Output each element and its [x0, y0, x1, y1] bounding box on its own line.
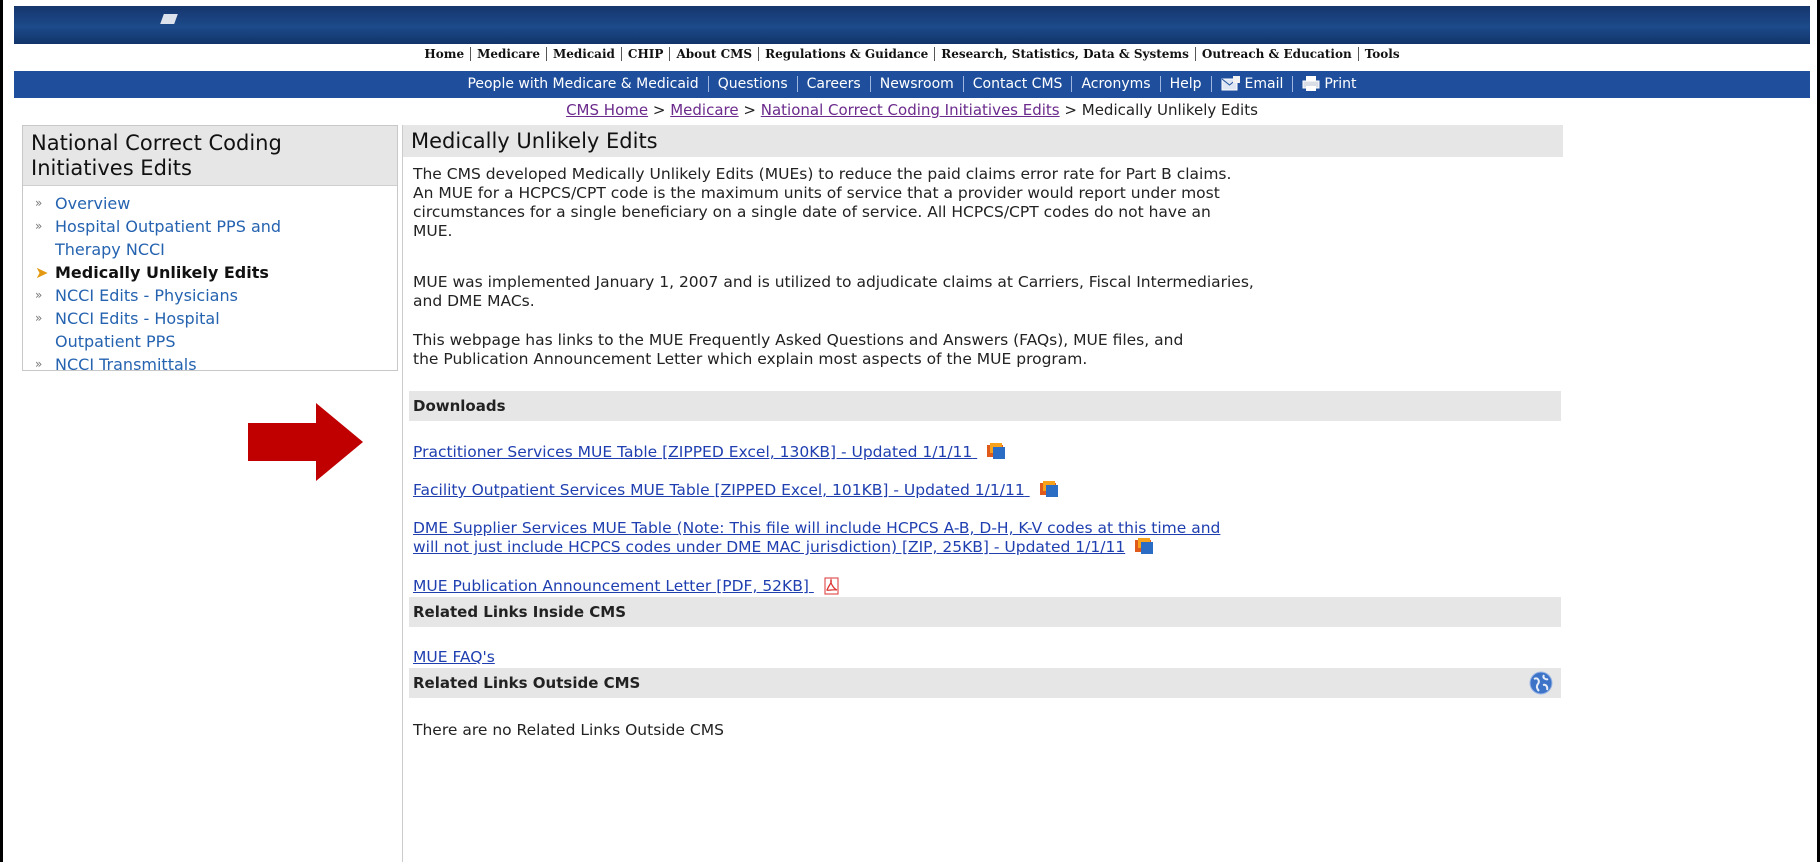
- download-link-text: will not just include HCPCS codes under …: [413, 538, 1126, 556]
- zip-file-icon: [1135, 538, 1154, 554]
- top-nav: Home Medicare Medicaid CHIP About CMS Regulat…: [14, 47, 1810, 69]
- sidebar-item-ncci-hospital[interactable]: » NCCI Edits - Hospital Outpatient PPS: [33, 307, 397, 353]
- red-pointer-arrow-icon: [248, 403, 363, 481]
- top-nav-outreach[interactable]: Outreach & Education: [1194, 47, 1358, 61]
- paragraph-line: The CMS developed Medically Unlikely Edi…: [413, 165, 1232, 183]
- breadcrumb: CMS Home > Medicare > National Correct C…: [14, 101, 1810, 119]
- downloads-heading: Downloads: [409, 391, 1561, 421]
- globe-icon: [1529, 671, 1553, 695]
- download-link-text: DME Supplier Services MUE Table (Note: T…: [413, 519, 1221, 537]
- top-nav-medicaid[interactable]: Medicaid: [546, 47, 621, 61]
- double-chevron-icon: »: [35, 357, 43, 371]
- breadcrumb-separator: >: [743, 101, 756, 119]
- main-content: Medically Unlikely Edits The CMS develop…: [402, 125, 1563, 862]
- sub-nav-print[interactable]: Print: [1292, 76, 1366, 92]
- download-link-facility-outpatient[interactable]: Facility Outpatient Services MUE Table […: [413, 481, 1060, 500]
- double-chevron-icon: »: [35, 311, 43, 325]
- sub-nav-help[interactable]: Help: [1159, 76, 1211, 92]
- sidebar-item-overview[interactable]: » Overview: [33, 192, 397, 215]
- sidebar-menu: » Overview » Hospital Outpatient PPS and Th…: [23, 192, 397, 376]
- breadcrumb-separator: >: [1064, 101, 1077, 119]
- sub-nav: People with Medicare & Medicaid Questions…: [14, 71, 1810, 98]
- top-nav-tools[interactable]: Tools: [1357, 47, 1406, 61]
- sub-nav-questions[interactable]: Questions: [707, 76, 797, 92]
- sidebar-item-label: Medically Unlikely Edits: [55, 263, 269, 282]
- sidebar-item-ncci-transmittals[interactable]: » NCCI Transmittals: [33, 353, 397, 376]
- sidebar-item-label: Therapy NCCI: [55, 240, 165, 259]
- pdf-file-icon: [824, 577, 839, 595]
- breadcrumb-cms-home[interactable]: CMS Home: [566, 101, 648, 119]
- download-link-text: Practitioner Services MUE Table [ZIPPED …: [413, 443, 973, 461]
- download-link-text-continued: will not just include HCPCS codes under …: [413, 538, 1220, 557]
- sidebar-item-ncci-physicians[interactable]: » NCCI Edits - Physicians: [33, 284, 397, 307]
- webpage-paragraph: This webpage has links to the MUE Freque…: [413, 331, 1553, 369]
- sidebar-item-label: NCCI Edits - Physicians: [55, 286, 238, 305]
- double-chevron-icon: »: [35, 288, 43, 302]
- sidebar-item-label: NCCI Transmittals: [55, 355, 197, 374]
- top-nav-home[interactable]: Home: [418, 47, 470, 61]
- site-banner: [14, 6, 1810, 44]
- double-chevron-icon: »: [35, 219, 43, 233]
- download-link-text: MUE Publication Announcement Letter [PDF…: [413, 577, 809, 595]
- related-links-outside-heading: Related Links Outside CMS: [409, 668, 1561, 698]
- sub-nav-contact[interactable]: Contact CMS: [962, 76, 1072, 92]
- sub-nav-people[interactable]: People with Medicare & Medicaid: [458, 76, 707, 92]
- sidebar-item-label: NCCI Edits - Hospital: [55, 309, 220, 328]
- sidebar-title: National Correct Coding Initiatives Edit…: [23, 126, 397, 186]
- breadcrumb-medicare[interactable]: Medicare: [670, 101, 738, 119]
- top-nav-research[interactable]: Research, Statistics, Data & Systems: [934, 47, 1195, 61]
- paragraph-line: MUE was implemented January 1, 2007 and …: [413, 273, 1254, 291]
- sub-nav-newsroom[interactable]: Newsroom: [869, 76, 963, 92]
- sub-nav-email[interactable]: Email: [1210, 76, 1293, 92]
- email-icon: [1221, 76, 1240, 91]
- sidebar-item-label: Overview: [55, 194, 131, 213]
- download-link-publication-letter[interactable]: MUE Publication Announcement Letter [PDF…: [413, 577, 842, 596]
- top-nav-chip[interactable]: CHIP: [620, 47, 670, 61]
- top-nav-regulations[interactable]: Regulations & Guidance: [758, 47, 935, 61]
- double-chevron-icon: »: [35, 196, 43, 210]
- download-link-dme-supplier[interactable]: DME Supplier Services MUE Table (Note: T…: [413, 519, 1220, 557]
- top-nav-medicare[interactable]: Medicare: [470, 47, 546, 61]
- email-label: Email: [1244, 76, 1284, 92]
- sub-nav-careers[interactable]: Careers: [796, 76, 870, 92]
- top-nav-about-cms[interactable]: About CMS: [669, 47, 759, 61]
- sidebar-title-line1: National Correct Coding: [31, 131, 282, 155]
- sidebar-title-line2: Initiatives Edits: [31, 156, 192, 180]
- mue-faq-link[interactable]: MUE FAQ's: [413, 648, 495, 667]
- related-links-outside-label: Related Links Outside CMS: [413, 674, 641, 692]
- paragraph-line: This webpage has links to the MUE Freque…: [413, 331, 1184, 349]
- sidebar-item-label: Outpatient PPS: [55, 332, 176, 351]
- sidebar-item-label: Hospital Outpatient PPS and: [55, 217, 282, 236]
- page-title: Medically Unlikely Edits: [403, 125, 1563, 157]
- paragraph-line: and DME MACs.: [413, 292, 535, 310]
- related-links-inside-heading: Related Links Inside CMS: [409, 597, 1561, 627]
- download-link-text: Facility Outpatient Services MUE Table […: [413, 481, 1025, 499]
- download-link-practitioner[interactable]: Practitioner Services MUE Table [ZIPPED …: [413, 443, 1007, 462]
- print-icon: [1302, 76, 1320, 91]
- paragraph-line: An MUE for a HCPCS/CPT code is the maxim…: [413, 184, 1220, 202]
- breadcrumb-current: Medically Unlikely Edits: [1081, 101, 1258, 119]
- paragraph-line: the Publication Announcement Letter whic…: [413, 350, 1088, 368]
- zip-file-icon: [987, 443, 1006, 459]
- banner-logo-fragment: [160, 14, 178, 24]
- breadcrumb-separator: >: [652, 101, 666, 119]
- sidebar-item-hospital-outpatient-pps[interactable]: » Hospital Outpatient PPS and Therapy NCCI: [33, 215, 397, 261]
- sub-nav-acronyms[interactable]: Acronyms: [1071, 76, 1160, 92]
- zip-file-icon: [1039, 481, 1058, 497]
- implementation-paragraph: MUE was implemented January 1, 2007 and …: [413, 273, 1553, 311]
- breadcrumb-ncci[interactable]: National Correct Coding Initiatives Edit…: [761, 101, 1060, 119]
- sidebar: National Correct Coding Initiatives Edit…: [22, 125, 398, 374]
- intro-paragraph: The CMS developed Medically Unlikely Edi…: [413, 165, 1553, 241]
- paragraph-line: MUE.: [413, 222, 453, 240]
- print-label: Print: [1324, 76, 1357, 92]
- no-related-links-text: There are no Related Links Outside CMS: [413, 721, 724, 739]
- sidebar-item-medically-unlikely-edits[interactable]: ➤ Medically Unlikely Edits: [33, 261, 397, 284]
- arrow-right-icon: ➤: [35, 263, 49, 282]
- paragraph-line: circumstances for a single beneficiary o…: [413, 203, 1211, 221]
